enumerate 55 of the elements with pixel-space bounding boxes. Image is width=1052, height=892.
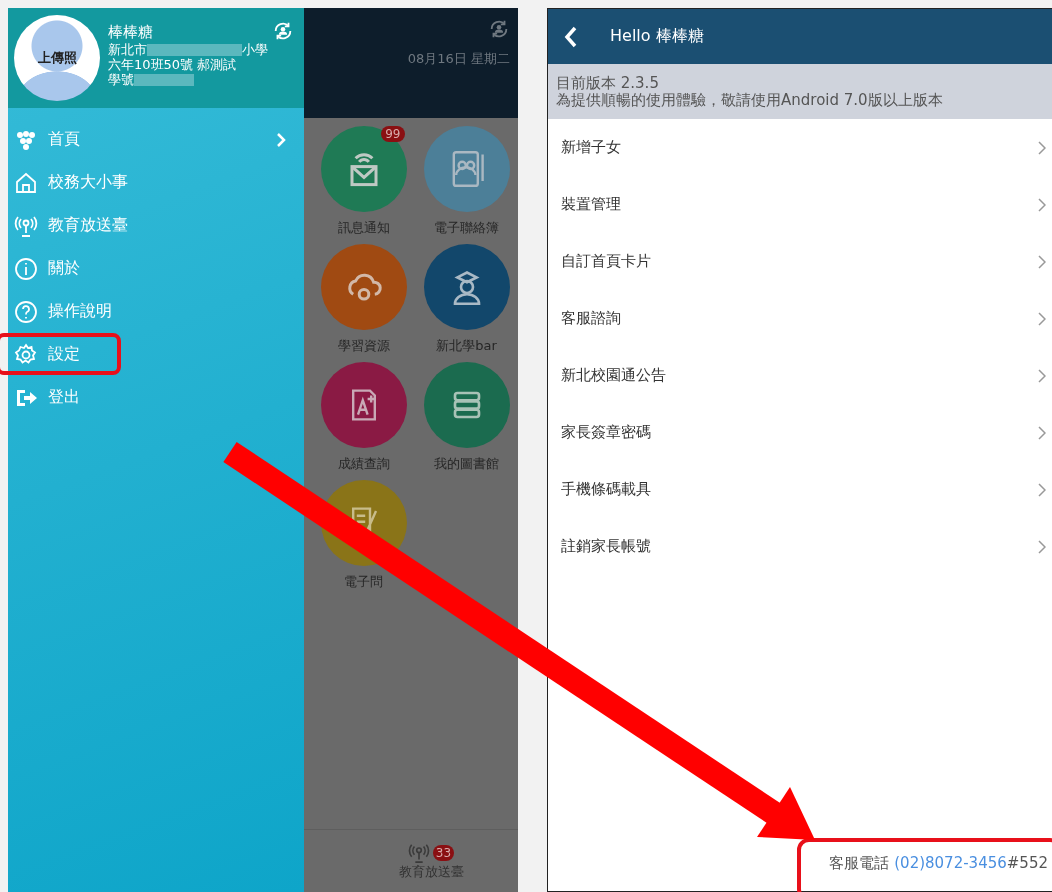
app-label[interactable]: 電子聯絡簿: [434, 220, 499, 236]
app-button[interactable]: 99: [320, 126, 407, 212]
chevron-right-icon: [1038, 425, 1046, 440]
chevron-right-icon: [1038, 368, 1046, 383]
school-suffix: 小學: [242, 42, 268, 57]
user-name: 棒棒糖: [108, 23, 154, 42]
app-label[interactable]: 新北學bar: [436, 338, 497, 354]
drawer-menu-item[interactable]: 首頁: [8, 118, 304, 161]
switch-account-icon[interactable]: [488, 18, 510, 40]
switch-account-icon[interactable]: [272, 20, 294, 42]
redacted-block: [134, 73, 194, 86]
settings-item[interactable]: 客服諮詢: [548, 290, 1052, 347]
student-id-label: 學號: [108, 72, 134, 87]
app-label[interactable]: 學習資源: [337, 338, 390, 354]
chevron-right-icon: [1038, 197, 1046, 212]
menu-icon: [14, 170, 38, 195]
date-text: 08月16日 星期二: [407, 50, 510, 68]
app-label[interactable]: 成績查詢: [337, 456, 390, 472]
header-title: Hello 棒棒糖: [610, 26, 704, 47]
school-city: 新北市: [108, 42, 147, 57]
back-icon[interactable]: [564, 24, 578, 49]
antenna-icon: [407, 842, 430, 864]
app-label[interactable]: 電子問: [344, 574, 383, 590]
chevron-right-icon: [1038, 539, 1046, 554]
chevron-right-icon: [1038, 482, 1046, 497]
settings-item[interactable]: 自訂首頁卡片: [548, 233, 1052, 290]
chevron-right-icon: [1038, 254, 1046, 269]
settings-item[interactable]: 新增子女: [548, 119, 1052, 176]
notification-badge: 33: [432, 845, 455, 861]
app-label[interactable]: 我的圖書館: [434, 456, 499, 472]
version-text: 目前版本 2.3.5: [556, 75, 660, 92]
settings-item[interactable]: 手機條碼載具: [548, 461, 1052, 518]
avatar-caption: 上傳照: [37, 49, 77, 67]
app-label[interactable]: 訊息通知: [337, 220, 390, 236]
phone-link[interactable]: (02)8072-3456: [894, 853, 1007, 872]
chevron-right-icon: [1038, 311, 1046, 326]
drawer-menu-item[interactable]: 設定: [8, 333, 304, 376]
drawer-menu-item[interactable]: 教育放送臺: [8, 204, 304, 247]
notice-text: 為提供順暢的使用體驗，敬請使用Android 7.0版以上版本: [556, 92, 944, 109]
chevron-right-icon: [1038, 140, 1046, 155]
chevron-right-icon: [276, 131, 286, 148]
settings-item[interactable]: 註銷家長帳號: [548, 518, 1052, 575]
menu-icon: [14, 256, 38, 281]
drawer-menu-item[interactable]: 關於: [8, 247, 304, 290]
hotline-text: 客服電話 (02)8072-3456#552: [829, 853, 1048, 873]
drawer-menu-item[interactable]: 登出: [8, 376, 304, 419]
settings-item[interactable]: 裝置管理: [548, 176, 1052, 233]
drawer-menu-item[interactable]: 校務大小事: [8, 161, 304, 204]
menu-icon: [14, 299, 38, 324]
settings-item[interactable]: 家長簽章密碼: [548, 404, 1052, 461]
drawer-menu-item[interactable]: 操作說明: [8, 290, 304, 333]
notification-badge: 99: [381, 126, 405, 142]
settings-item[interactable]: 新北校園通公告: [548, 347, 1052, 404]
menu-icon: [14, 342, 38, 367]
class-line: 六年10班50號 郝測試: [108, 57, 237, 72]
